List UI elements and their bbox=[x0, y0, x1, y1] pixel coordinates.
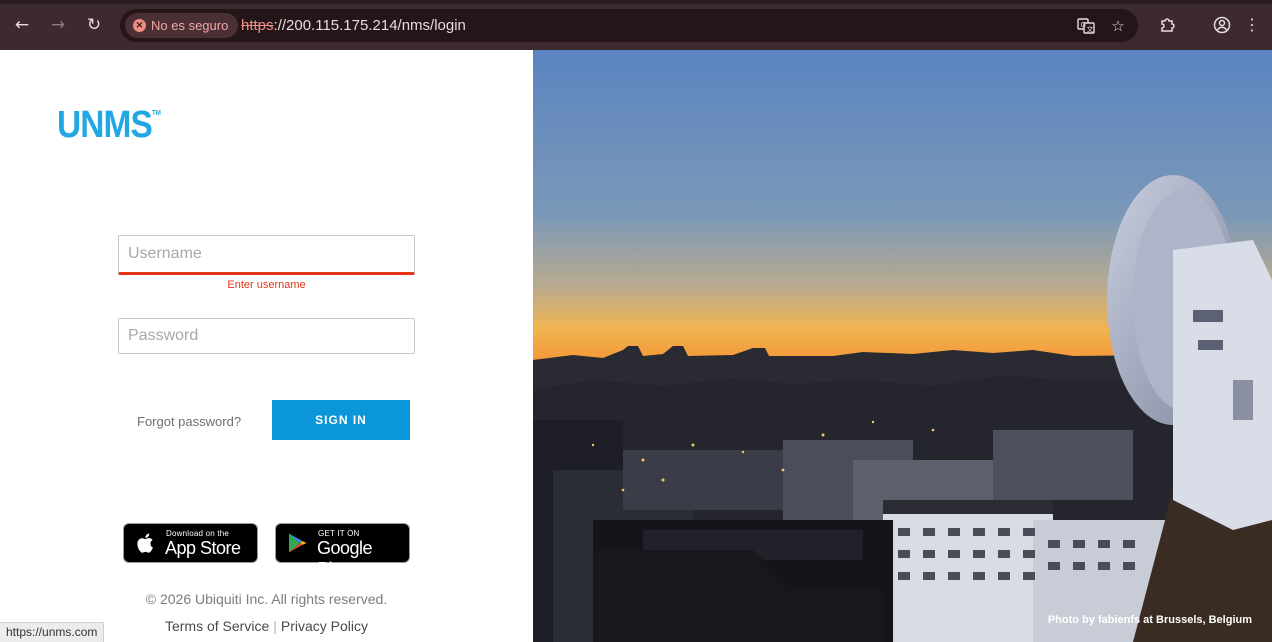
url-text[interactable]: https://200.115.175.214/nms/login bbox=[241, 9, 466, 42]
login-panel: UNMSTM Enter username Forgot password? S… bbox=[0, 50, 533, 642]
username-field[interactable] bbox=[118, 235, 415, 275]
bookmark-star-icon[interactable]: ☆ bbox=[1106, 14, 1130, 38]
extensions-puzzle-icon[interactable] bbox=[1156, 13, 1180, 37]
privacy-policy-link[interactable]: Privacy Policy bbox=[281, 618, 368, 634]
forgot-password-link[interactable]: Forgot password? bbox=[137, 414, 241, 429]
forward-arrow-icon[interactable]: → bbox=[46, 13, 70, 37]
browser-toolbar: ← → ↻ × No es seguro https://200.115.175… bbox=[0, 0, 1272, 50]
url-scheme: https bbox=[241, 17, 274, 34]
city-sunset-photo bbox=[533, 50, 1272, 642]
url-path: ://200.115.175.214/nms/login bbox=[273, 17, 466, 34]
background-photo: Photo by fabienfs at Brussels, Belgium bbox=[533, 50, 1272, 642]
logo-text: UNMS bbox=[57, 104, 153, 146]
logo-trademark: TM bbox=[151, 110, 161, 117]
not-secure-icon: × bbox=[133, 19, 146, 32]
sign-in-button[interactable]: SIGN IN bbox=[272, 400, 410, 440]
profile-avatar-icon[interactable] bbox=[1210, 13, 1234, 37]
svg-text:G: G bbox=[1081, 21, 1086, 29]
unms-logo: UNMSTM bbox=[57, 104, 161, 147]
reload-icon[interactable]: ↻ bbox=[82, 13, 106, 37]
legal-separator: | bbox=[273, 618, 277, 634]
back-arrow-icon[interactable]: ← bbox=[10, 13, 34, 37]
password-field[interactable] bbox=[118, 318, 415, 354]
tab-strip-edge bbox=[0, 0, 1272, 4]
svg-text:文: 文 bbox=[1087, 25, 1094, 34]
copyright-text: © 2026 Ubiquiti Inc. All rights reserved… bbox=[145, 591, 388, 607]
username-error: Enter username bbox=[227, 279, 306, 291]
translate-icon[interactable]: G 文 bbox=[1074, 14, 1098, 38]
google-play-badge[interactable]: GET IT ON Google Play bbox=[275, 523, 410, 579]
app-store-small-text: Download on the bbox=[166, 529, 230, 538]
security-label: No es seguro bbox=[151, 18, 229, 33]
apple-icon bbox=[137, 533, 153, 553]
google-play-small-text: GET IT ON bbox=[318, 529, 360, 538]
google-play-big-text: Google Play bbox=[317, 538, 373, 579]
photo-credit: Photo by fabienfs at Brussels, Belgium bbox=[1047, 614, 1252, 626]
browser-menu-icon[interactable]: ⋮ bbox=[1240, 13, 1264, 37]
status-bar-url: https://unms.com bbox=[0, 622, 105, 642]
app-store-badge[interactable]: Download on the App Store bbox=[123, 523, 258, 563]
address-bar[interactable]: × No es seguro https://200.115.175.214/n… bbox=[120, 9, 1138, 42]
google-play-icon bbox=[289, 533, 307, 553]
app-store-big-text: App Store bbox=[165, 538, 241, 558]
terms-of-service-link[interactable]: Terms of Service bbox=[165, 618, 269, 634]
security-warning-chip[interactable]: × No es seguro bbox=[125, 13, 239, 38]
username-input[interactable] bbox=[119, 236, 414, 272]
password-input[interactable] bbox=[119, 319, 414, 353]
